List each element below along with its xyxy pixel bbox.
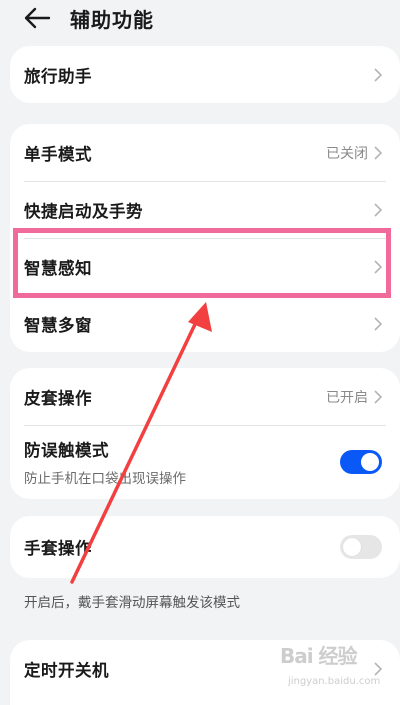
page-title: 辅助功能 [70, 8, 154, 32]
watermark-logo-text: Bai 经验 [280, 644, 358, 668]
row-smart-awareness[interactable]: 智慧感知 [10, 238, 400, 295]
row-glove-operation[interactable]: 手套操作 [10, 516, 400, 578]
card-gestures: 单手模式 已关闭 快捷启动及手势 智慧感知 智慧多窗 [10, 124, 400, 352]
card-cover: 皮套操作 已开启 防误触模式 防止手机在口袋出现误操作 [10, 368, 400, 499]
row-label: 单手模式 [24, 144, 92, 164]
row-shortcuts-gestures[interactable]: 快捷启动及手势 [10, 181, 400, 238]
card-glove: 手套操作 [10, 516, 400, 578]
row-label: 快捷启动及手势 [24, 201, 143, 221]
row-texts: 防误触模式 防止手机在口袋出现误操作 [24, 437, 340, 487]
glove-description: 开启后，戴手套滑动屏幕触发该模式 [24, 595, 240, 611]
row-one-handed-mode[interactable]: 单手模式 已关闭 [10, 124, 400, 181]
accidental-touch-toggle[interactable] [340, 450, 382, 474]
row-label: 旅行助手 [24, 66, 92, 86]
row-label: 智慧感知 [24, 258, 92, 278]
row-value: 已关闭 [326, 145, 368, 162]
arrow-left-icon[interactable] [22, 4, 52, 32]
watermark: Bai 经验 jingyan.baidu.com [280, 640, 398, 702]
chevron-right-icon [374, 202, 382, 217]
header: 辅助功能 [0, 0, 400, 40]
row-subtitle: 防止手机在口袋出现误操作 [24, 471, 186, 487]
row-value: 已开启 [326, 389, 368, 406]
row-label: 手套操作 [24, 539, 92, 558]
row-smart-multiwindow[interactable]: 智慧多窗 [10, 295, 400, 352]
chevron-right-icon [374, 67, 382, 82]
glove-operation-toggle[interactable] [340, 535, 382, 559]
watermark-url: jingyan.baidu.com [288, 676, 381, 687]
toggle-knob [361, 453, 379, 471]
row-label: 智慧多窗 [24, 315, 92, 335]
toggle-knob [343, 538, 361, 556]
row-travel-assistant[interactable]: 旅行助手 [10, 46, 400, 103]
row-label: 防误触模式 [24, 441, 109, 460]
card-travel: 旅行助手 [10, 46, 400, 103]
row-label: 皮套操作 [24, 388, 92, 408]
settings-page: 辅助功能 旅行助手 单手模式 已关闭 快捷启动及手势 智慧感知 智慧多窗 皮套操… [0, 0, 400, 705]
row-cover-operation[interactable]: 皮套操作 已开启 [10, 368, 400, 425]
chevron-right-icon [374, 316, 382, 331]
chevron-right-icon [374, 145, 382, 160]
chevron-right-icon [374, 389, 382, 404]
row-accidental-touch[interactable]: 防误触模式 防止手机在口袋出现误操作 [10, 425, 400, 499]
chevron-right-icon [374, 259, 382, 274]
